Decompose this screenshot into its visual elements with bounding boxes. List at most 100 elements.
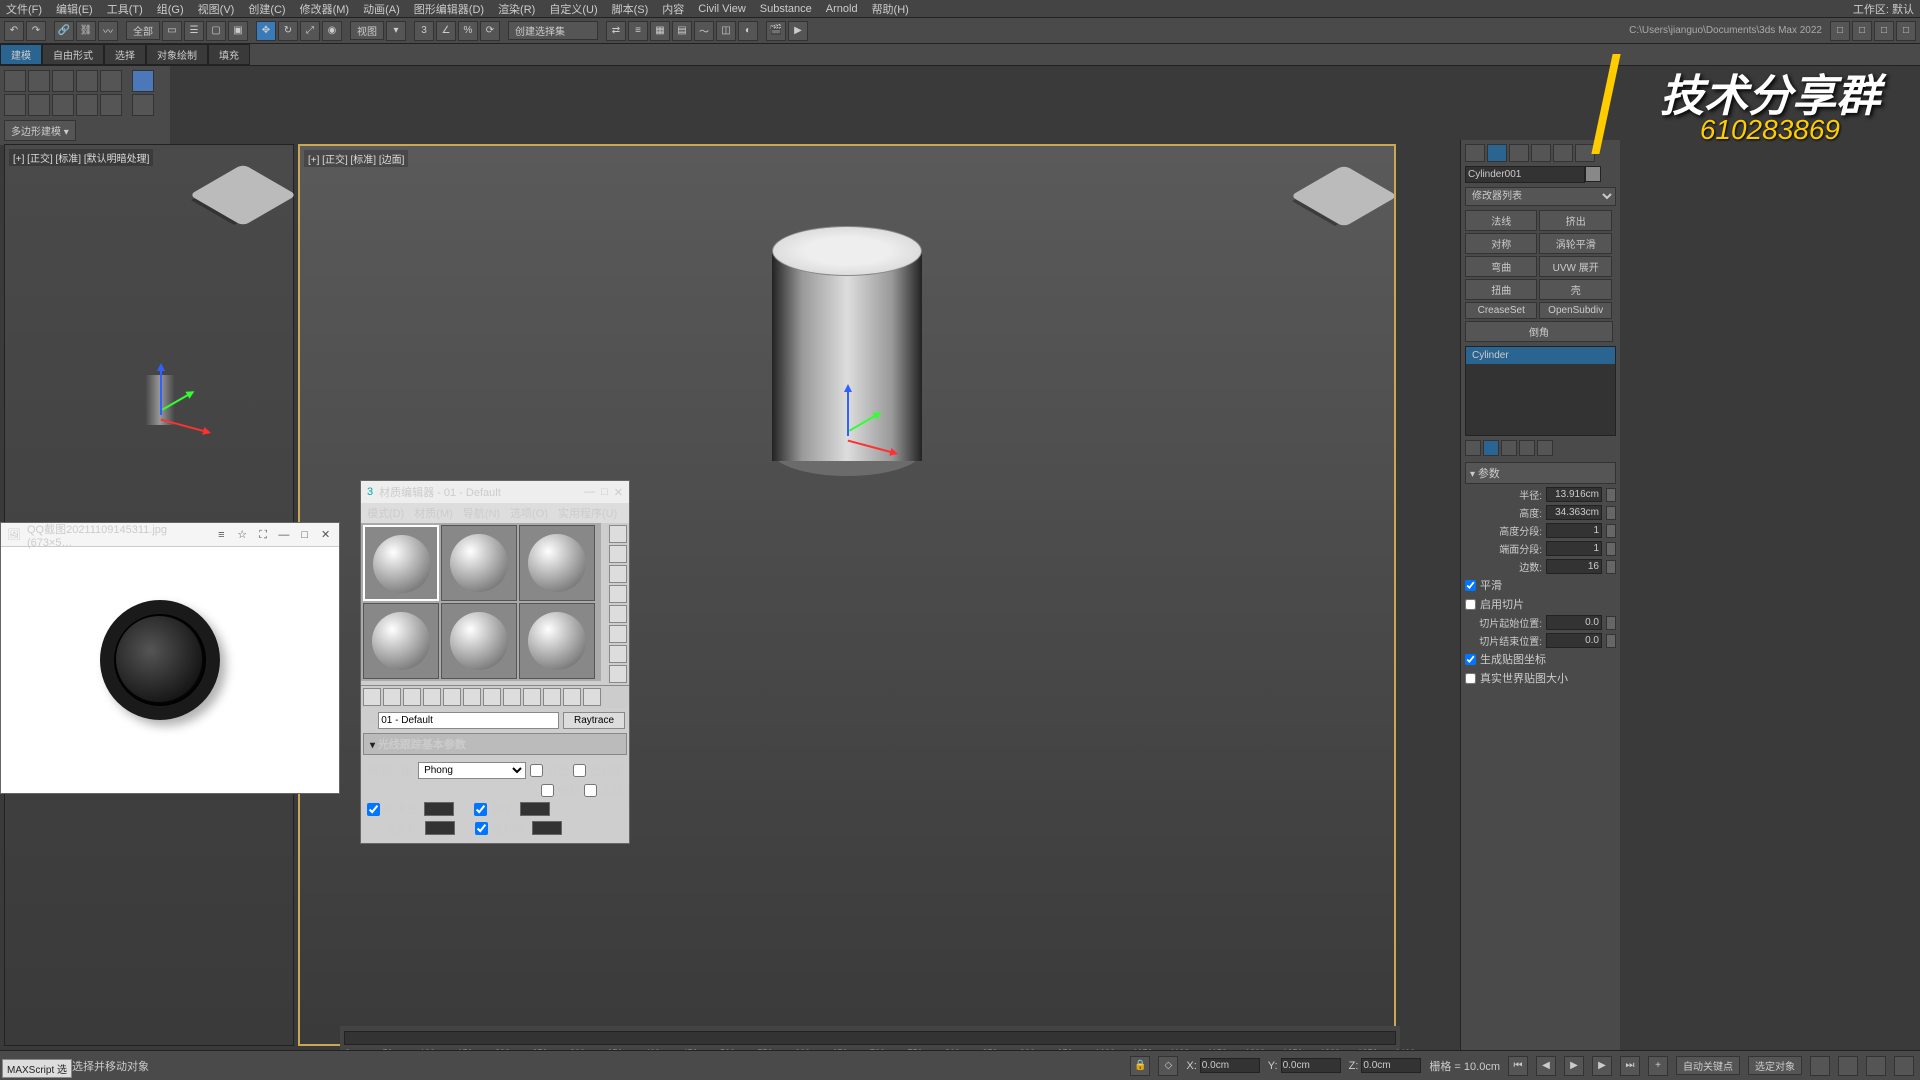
pivot-button[interactable]: ▾ [386,21,406,41]
options-button[interactable] [609,645,627,663]
poly-tool-1[interactable] [4,70,26,92]
menu-create[interactable]: 创建(C) [248,1,285,17]
background-button[interactable] [609,565,627,583]
mod-bevel-button[interactable]: 倒角 [1465,321,1613,342]
selected-dropdown[interactable]: 选定对象 [1748,1056,1802,1075]
sample-uv-button[interactable] [609,585,627,603]
poly-tool-2[interactable] [28,70,50,92]
menu-grapheditors[interactable]: 图形编辑器(D) [414,1,484,17]
x-coord-field[interactable] [1200,1058,1260,1073]
height-spinner[interactable] [1606,506,1616,520]
object-color-swatch[interactable] [1585,166,1601,182]
minimize-button[interactable]: — [584,486,595,498]
poly-tool-6[interactable] [4,94,26,116]
put-to-scene-button[interactable] [383,688,401,706]
remove-modifier-button[interactable] [1519,440,1535,456]
tab-freeform[interactable]: 自由形式 [42,44,104,65]
luminosity-swatch[interactable] [520,802,550,816]
key-mode-button[interactable]: + [1648,1056,1668,1076]
poly-tool-8[interactable] [52,94,74,116]
poly-modeling-dropdown[interactable]: 多边形建模 ▾ [4,120,76,141]
toggle-panel-3-button[interactable]: □ [1874,21,1894,41]
imgwin-fullscreen-icon[interactable]: ⛶ [256,527,271,543]
params-rollout-header[interactable]: ▾ 参数 [1465,462,1616,484]
facemap-checkbox[interactable] [573,764,586,777]
spinner-snap-button[interactable]: ⟳ [480,21,500,41]
viewport-active-label[interactable]: [+] [正交] [标准] [边面] [304,150,408,167]
mod-uvw-unwrap-button[interactable]: UVW 展开 [1539,256,1611,277]
menu-arnold[interactable]: Arnold [826,3,858,15]
backlight-button[interactable] [609,545,627,563]
raytrace-rollout-header[interactable]: ▾ 光线跟踪基本参数 [363,733,627,755]
radius-spinner[interactable] [1606,488,1616,502]
named-selection-dropdown[interactable]: 创建选择集 [508,21,598,40]
close-button[interactable]: ✕ [614,486,623,499]
sample-slot-2[interactable] [441,525,517,601]
imgwin-maximize-button[interactable]: □ [297,527,312,543]
matmenu-nav[interactable]: 导航(N) [463,505,500,521]
abs-rel-button[interactable]: ◇ [1158,1056,1178,1076]
imgwin-pin-icon[interactable]: ☆ [235,527,250,543]
image-viewer-body[interactable] [1,547,339,793]
poly-tool-3[interactable] [52,70,74,92]
bind-space-warp-button[interactable]: 〰 [98,21,118,41]
radius-field[interactable] [1546,487,1602,502]
material-name-field[interactable] [378,712,559,729]
angle-snap-button[interactable]: ∠ [436,21,456,41]
menu-substance[interactable]: Substance [760,3,812,15]
prev-frame-button[interactable]: ◀ [1536,1056,1556,1076]
imgwin-close-button[interactable]: ✕ [318,527,333,543]
menu-script[interactable]: 脚本(S) [612,1,649,17]
imgwin-minimize-button[interactable]: — [276,527,291,543]
matmenu-material[interactable]: 材质(M) [414,505,453,521]
viewport-nav-1[interactable] [1810,1056,1830,1076]
viewport-nav-2[interactable] [1838,1056,1858,1076]
transparency-checkbox[interactable] [475,822,488,835]
hierarchy-panel-tab[interactable] [1509,144,1529,162]
curve-editor-button[interactable]: 〜 [694,21,714,41]
selection-filter-dropdown[interactable]: 全部 [126,21,160,40]
goto-start-button[interactable]: ⏮ [1508,1056,1528,1076]
material-editor-titlebar[interactable]: 3 材质编辑器 - 01 - Default — □ ✕ [361,481,629,503]
z-coord-field[interactable] [1361,1058,1421,1073]
object-name-field[interactable] [1465,166,1585,183]
menu-modifiers[interactable]: 修改器(M) [300,1,350,17]
redo-button[interactable]: ↷ [26,21,46,41]
menu-custom[interactable]: 自定义(U) [549,1,597,17]
matmenu-mode[interactable]: 模式(D) [367,505,404,521]
show-in-vp-button[interactable] [523,688,541,706]
menu-group[interactable]: 组(G) [157,1,184,17]
material-type-button[interactable]: Raytrace [563,712,625,729]
tab-selection[interactable]: 选择 [104,44,146,65]
scale-button[interactable]: ⤢ [300,21,320,41]
tab-object-paint[interactable]: 对象绘制 [146,44,208,65]
genmap-checkbox[interactable] [1465,654,1476,665]
rotate-button[interactable]: ↻ [278,21,298,41]
viewcube-left[interactable] [189,164,297,226]
placement-button[interactable]: ◉ [322,21,342,41]
shading-dropdown[interactable]: Phong [418,762,526,779]
poly-tool-9[interactable] [76,94,98,116]
select-by-name-button[interactable]: ☰ [184,21,204,41]
matmenu-util[interactable]: 实用程序(U) [558,505,617,521]
mod-creaseset-button[interactable]: CreaseSet [1465,302,1537,319]
unlink-button[interactable]: ⛓ [76,21,96,41]
poly-tool-7[interactable] [28,94,50,116]
height-field[interactable] [1546,505,1602,520]
motion-panel-tab[interactable] [1531,144,1551,162]
realworld-checkbox[interactable] [1465,673,1476,684]
faceted-checkbox[interactable] [584,784,597,797]
video-check-button[interactable] [609,605,627,623]
reset-map-button[interactable] [423,688,441,706]
next-frame-button[interactable]: ▶ [1592,1056,1612,1076]
layer-explorer-button[interactable]: ▦ [650,21,670,41]
rect-select-button[interactable]: ▢ [206,21,226,41]
poly-tool-10[interactable] [100,94,122,116]
smooth-checkbox[interactable] [1465,580,1476,591]
luminosity-checkbox[interactable] [474,803,487,816]
menu-anim[interactable]: 动画(A) [363,1,400,17]
twoside-checkbox[interactable] [530,764,543,777]
toggle-panel-4-button[interactable]: □ [1896,21,1916,41]
mod-bend-button[interactable]: 弯曲 [1465,256,1537,277]
show-end-button[interactable] [543,688,561,706]
